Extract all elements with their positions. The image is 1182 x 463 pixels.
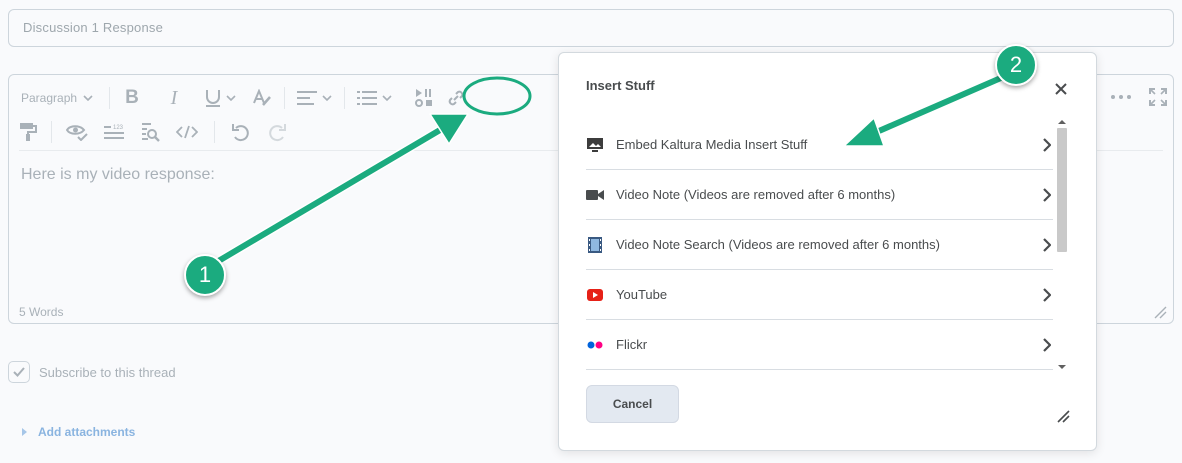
svg-text:123: 123 [113,125,124,131]
paragraph-format-select[interactable]: Paragraph [9,85,101,111]
scrollbar-thumb[interactable] [1057,128,1067,252]
find-replace-button[interactable] [140,119,160,145]
redo-button[interactable] [267,119,287,145]
eye-check-icon [66,125,88,141]
source-code-button[interactable] [176,119,198,145]
title-input[interactable]: Discussion 1 Response [8,9,1174,47]
cancel-button[interactable]: Cancel [586,385,679,423]
toolbar-separator [284,87,285,109]
subscribe-option[interactable]: Subscribe to this thread [8,361,176,383]
chevron-down-icon [83,95,93,101]
insert-stuff-list: Embed Kaltura Media Insert Stuff Video N… [586,120,1053,370]
film-strip-icon [586,236,604,253]
more-options-icon[interactable] [1111,95,1131,99]
align-left-icon [297,91,317,105]
bold-button[interactable]: B [122,85,142,111]
insert-link-button[interactable] [446,85,466,111]
chevron-down-icon [322,95,332,101]
editor-toolbar-row-1: Paragraph B I [9,85,466,111]
insert-stuff-icon [415,89,432,107]
list-item-label: Video Note (Videos are removed after 6 m… [616,187,896,202]
word-count-icon: 123 [104,125,124,139]
paint-roller-icon [20,123,37,141]
resize-grip-icon[interactable] [1153,305,1167,319]
preview-button[interactable] [66,119,88,145]
link-icon [448,90,464,106]
underline-icon [206,90,220,107]
toolbar-separator [214,121,215,143]
find-document-icon [142,123,160,142]
editor-content[interactable]: Here is my video response: [21,166,215,184]
list-item-video-note-search[interactable]: Video Note Search (Videos are removed af… [586,220,1053,270]
chevron-right-icon [1043,187,1051,202]
list-scrollbar[interactable] [1055,120,1069,372]
text-format-button[interactable] [252,85,272,111]
annotation-badge-1: 1 [184,254,226,296]
flickr-icon [586,341,604,349]
underline-button[interactable] [204,85,236,111]
monitor-image-icon [586,137,604,153]
align-button[interactable] [297,85,332,111]
list-item-label: YouTube [616,287,668,302]
text-style-icon [253,89,271,106]
list-item-label: Embed Kaltura Media Insert Stuff [616,137,808,152]
list-item-label: Flickr [616,337,648,352]
italic-button[interactable]: I [164,85,184,111]
list-item-video-note[interactable]: Video Note (Videos are removed after 6 m… [586,170,1053,220]
annotation-badge-2: 2 [995,44,1037,86]
add-attachments-link[interactable]: Add attachments [22,425,135,439]
undo-button[interactable] [231,119,251,145]
fullscreen-icon[interactable] [1149,88,1167,106]
editor-toolbar-row-2: 123 [9,119,287,145]
checkmark-icon [13,367,25,377]
undo-icon [232,124,249,142]
list-item-label: Video Note Search (Videos are removed af… [616,237,940,252]
insert-stuff-button[interactable] [414,85,436,111]
list-item-flickr[interactable]: Flickr [586,320,1053,370]
list-item-kaltura[interactable]: Embed Kaltura Media Insert Stuff [586,120,1053,170]
chevron-right-icon [1043,287,1051,302]
scroll-up-arrow-icon[interactable] [1058,120,1066,124]
chevron-down-icon [382,95,392,101]
close-icon[interactable] [1052,80,1070,98]
resize-grip-icon[interactable] [1056,409,1070,423]
word-count: 5 Words [19,305,64,319]
chevron-down-icon [226,95,236,101]
dialog-title: Insert Stuff [586,78,655,93]
chevron-right-icon [1043,337,1051,352]
redo-icon [269,124,286,142]
add-attachments-label: Add attachments [38,425,136,439]
expand-triangle-icon [22,428,27,436]
video-camera-icon [586,189,604,201]
paragraph-format-label: Paragraph [21,91,78,105]
subscribe-label: Subscribe to this thread [39,364,176,380]
insert-stuff-dialog: Insert Stuff Embed Kaltura Media Insert … [558,52,1097,451]
youtube-icon [586,288,604,301]
toolbar-separator [109,87,110,109]
list-item-youtube[interactable]: YouTube [586,270,1053,320]
scroll-down-arrow-icon[interactable] [1058,365,1066,369]
chevron-right-icon [1043,237,1051,252]
list-button[interactable] [357,85,392,111]
subscribe-checkbox[interactable] [8,361,30,383]
editor-toolbar-right [1111,88,1167,106]
toolbar-separator [51,121,52,143]
toolbar-separator [344,87,345,109]
word-count-button[interactable]: 123 [104,119,124,145]
bulleted-list-icon [357,91,377,105]
code-icon [176,125,198,139]
chevron-right-icon [1043,137,1051,152]
format-painter-button[interactable] [19,119,37,145]
